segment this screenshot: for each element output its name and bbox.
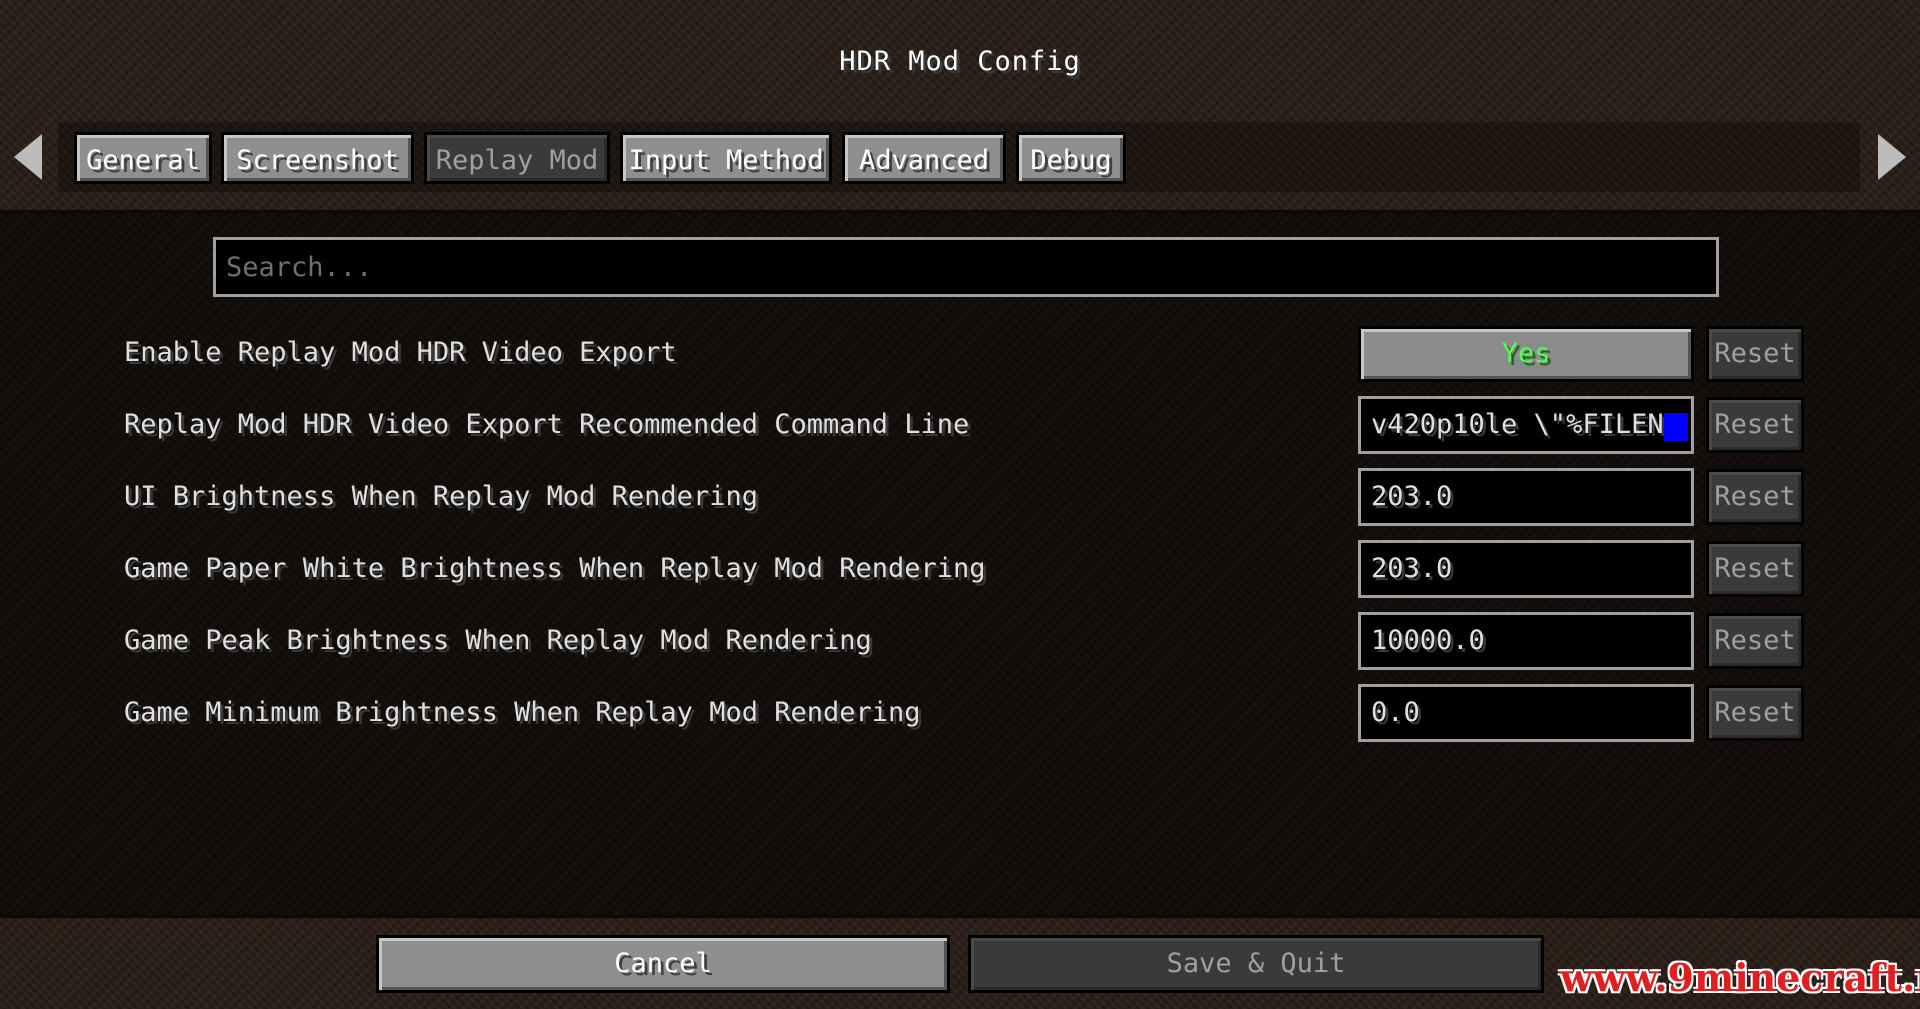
- tab-screenshot[interactable]: Screenshot: [221, 132, 414, 184]
- option-label-minimum-brightness: Game Minimum Brightness When Replay Mod …: [124, 697, 921, 728]
- reset-button-command-line[interactable]: Reset: [1706, 397, 1804, 453]
- option-label-paper-white-brightness: Game Paper White Brightness When Replay …: [124, 553, 986, 584]
- reset-button-ui-brightness[interactable]: Reset: [1706, 469, 1804, 525]
- arrow-right-icon[interactable]: [1878, 134, 1906, 180]
- option-label-ui-brightness: UI Brightness When Replay Mod Rendering: [124, 481, 758, 512]
- text-selection-highlight: [1664, 413, 1688, 441]
- tab-general[interactable]: General: [74, 132, 212, 184]
- watermark-logo: www.9minecraft.net: [1560, 955, 1920, 1000]
- reset-button-paper-white-brightness[interactable]: Reset: [1706, 541, 1804, 597]
- tab-replay-mod[interactable]: Replay Mod: [424, 132, 610, 184]
- search-input[interactable]: [213, 237, 1719, 297]
- option-label-command-line: Replay Mod HDR Video Export Recommended …: [124, 409, 970, 440]
- option-label-enable-hdr-export: Enable Replay Mod HDR Video Export: [124, 337, 677, 368]
- tab-input-method[interactable]: Input Method: [620, 132, 832, 184]
- tab-debug[interactable]: Debug: [1016, 132, 1126, 184]
- reset-button-peak-brightness[interactable]: Reset: [1706, 613, 1804, 669]
- toggle-button-enable-hdr-export[interactable]: Yes: [1358, 326, 1694, 382]
- save-quit-button[interactable]: Save & Quit: [968, 935, 1544, 993]
- text-field-paper-white-brightness[interactable]: 203.0: [1358, 540, 1694, 598]
- page-title: HDR Mod Config: [839, 46, 1081, 77]
- text-field-peak-brightness[interactable]: 10000.0: [1358, 612, 1694, 670]
- reset-button-minimum-brightness[interactable]: Reset: [1706, 685, 1804, 741]
- text-field-value: v420p10le \"%FILEN: [1371, 409, 1664, 440]
- reset-button-enable-hdr-export[interactable]: Reset: [1706, 326, 1804, 382]
- option-label-peak-brightness: Game Peak Brightness When Replay Mod Ren…: [124, 625, 872, 656]
- text-field-minimum-brightness[interactable]: 0.0: [1358, 684, 1694, 742]
- text-field-command-line[interactable]: v420p10le \"%FILEN: [1358, 396, 1694, 454]
- arrow-left-icon[interactable]: [14, 134, 42, 180]
- cancel-button[interactable]: Cancel: [376, 935, 950, 993]
- tab-advanced[interactable]: Advanced: [842, 132, 1006, 184]
- text-field-ui-brightness[interactable]: 203.0: [1358, 468, 1694, 526]
